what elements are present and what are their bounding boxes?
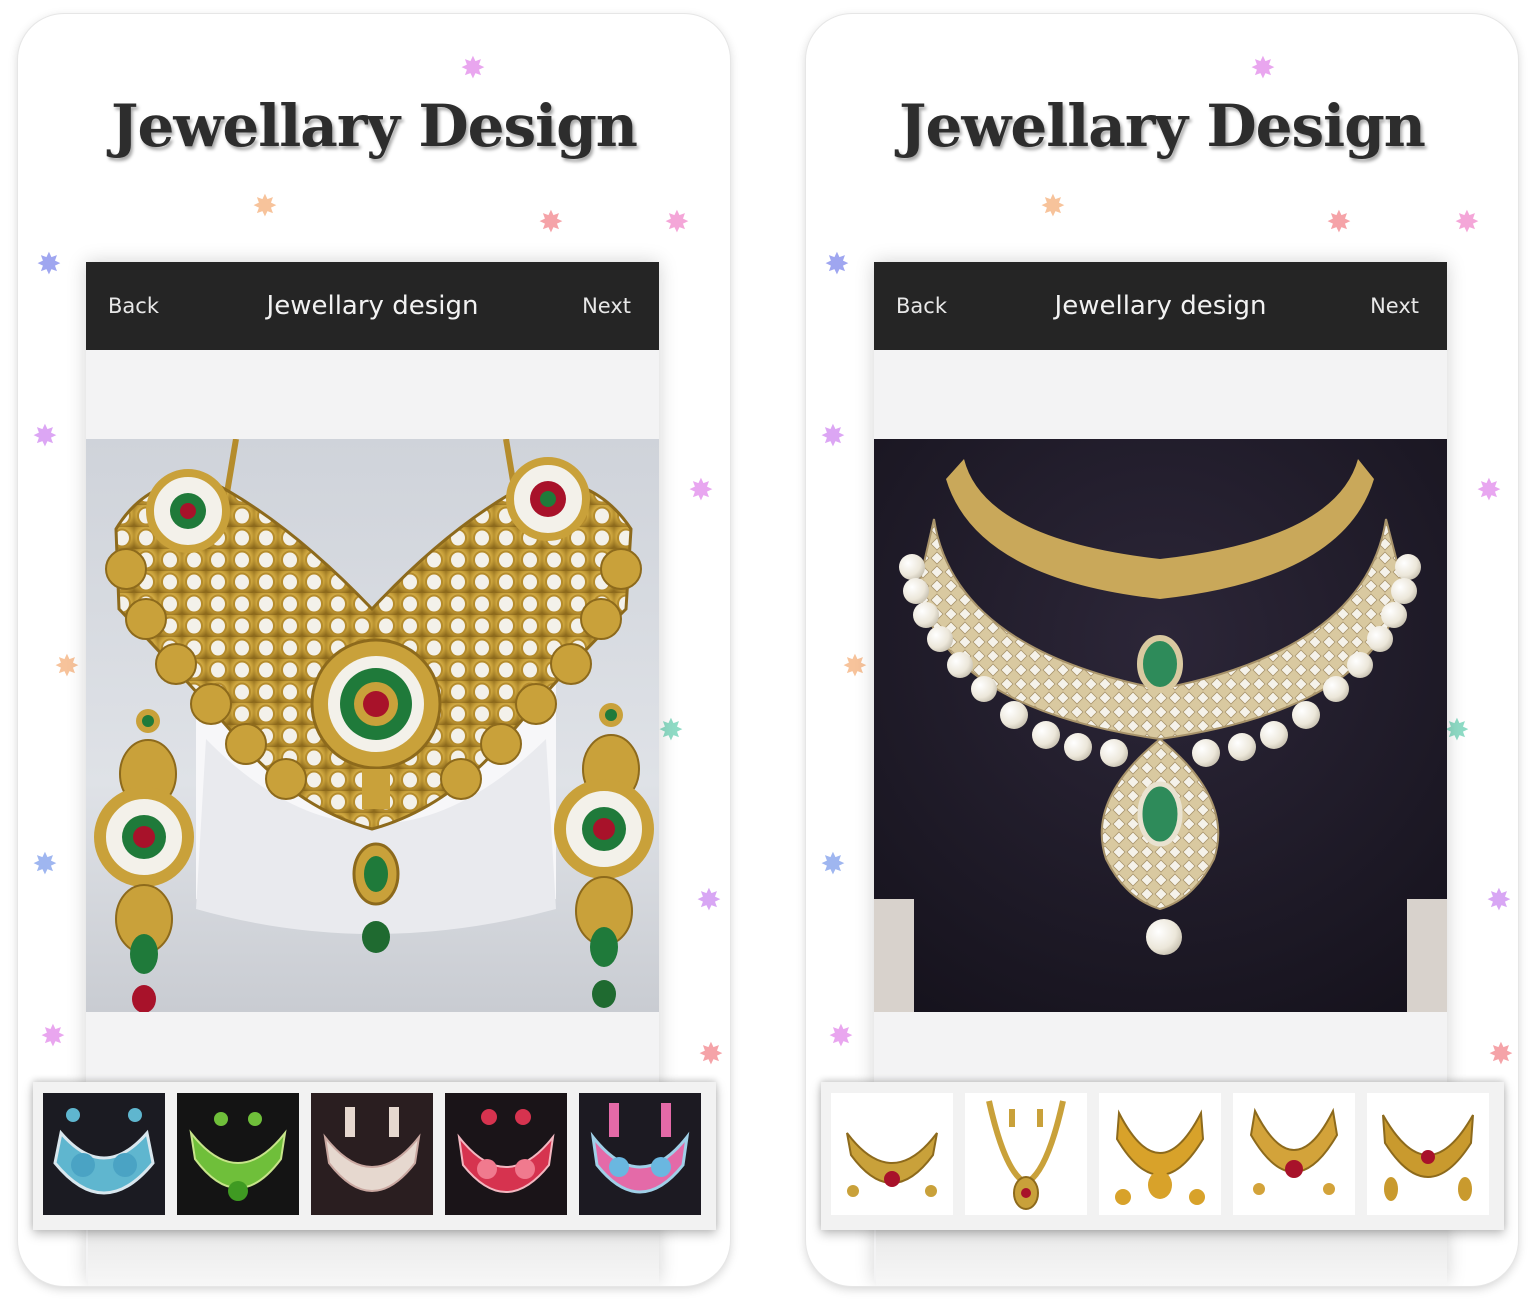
- sparkle-icon: ✸: [36, 247, 62, 282]
- sparkle-icon: ✸: [460, 51, 486, 86]
- screenshot-card-left: Jewellary Design ✸ ✸ ✸ ✸ ✸ ✸ ✸ ✸ ✸ ✸ ✸ ✸…: [18, 14, 730, 1286]
- main-jewellery-image: [874, 439, 1447, 1012]
- sparkle-icon: ✸: [32, 419, 58, 454]
- promo-title: Jewellary Design: [111, 92, 638, 160]
- sparkle-icon: ✸: [820, 847, 846, 882]
- sparkle-icon: ✸: [820, 419, 846, 454]
- app-bar-title: Jewellary design: [266, 291, 479, 321]
- sparkle-icon: ✸: [1476, 473, 1502, 508]
- shelf-base: [876, 1230, 1447, 1286]
- sparkle-icon: ✸: [1488, 1037, 1514, 1072]
- sparkle-icon: ✸: [40, 1019, 66, 1054]
- next-button[interactable]: Next: [1370, 294, 1419, 318]
- sparkle-icon: ✸: [828, 1019, 854, 1054]
- sparkle-icon: ✸: [54, 649, 80, 684]
- sparkle-icon: ✸: [696, 883, 722, 918]
- sparkle-icon: ✸: [1326, 205, 1352, 240]
- thumbnail-3[interactable]: [1099, 1093, 1221, 1215]
- shelf-base: [88, 1230, 659, 1286]
- sparkle-icon: ✸: [1486, 883, 1512, 918]
- sparkle-icon: ✸: [658, 713, 684, 748]
- main-jewellery-image: [86, 439, 659, 1012]
- screenshot-card-right: Jewellary Design ✸ ✸ ✸ ✸ ✸ ✸ ✸ ✸ ✸ ✸ ✸ ✸…: [806, 14, 1518, 1286]
- thumbnail-1[interactable]: [43, 1093, 165, 1215]
- sparkle-icon: ✸: [842, 649, 868, 684]
- thumbnail-4[interactable]: [445, 1093, 567, 1215]
- promo-title: Jewellary Design: [899, 92, 1426, 160]
- app-bar: Back Jewellary design Next: [874, 262, 1447, 350]
- thumbnail-1[interactable]: [831, 1093, 953, 1215]
- thumbnail-3[interactable]: [311, 1093, 433, 1215]
- sparkle-icon: ✸: [1040, 189, 1066, 224]
- sparkle-icon: ✸: [688, 473, 714, 508]
- app-bar: Back Jewellary design Next: [86, 262, 659, 350]
- sparkle-icon: ✸: [32, 847, 58, 882]
- sparkle-icon: ✸: [252, 189, 278, 224]
- thumbnail-2[interactable]: [965, 1093, 1087, 1215]
- thumbnail-2[interactable]: [177, 1093, 299, 1215]
- sparkle-icon: ✸: [1250, 51, 1276, 86]
- thumbnail-5[interactable]: [579, 1093, 701, 1215]
- sparkle-icon: ✸: [664, 205, 690, 240]
- thumbnail-strip: [33, 1082, 716, 1230]
- next-button[interactable]: Next: [582, 294, 631, 318]
- sparkle-icon: ✸: [824, 247, 850, 282]
- thumbnail-5[interactable]: [1367, 1093, 1489, 1215]
- sparkle-icon: ✸: [698, 1037, 724, 1072]
- sparkle-icon: ✸: [1454, 205, 1480, 240]
- sparkle-icon: ✸: [538, 205, 564, 240]
- thumbnail-strip: [821, 1082, 1504, 1230]
- app-bar-title: Jewellary design: [1054, 291, 1267, 321]
- thumbnail-4[interactable]: [1233, 1093, 1355, 1215]
